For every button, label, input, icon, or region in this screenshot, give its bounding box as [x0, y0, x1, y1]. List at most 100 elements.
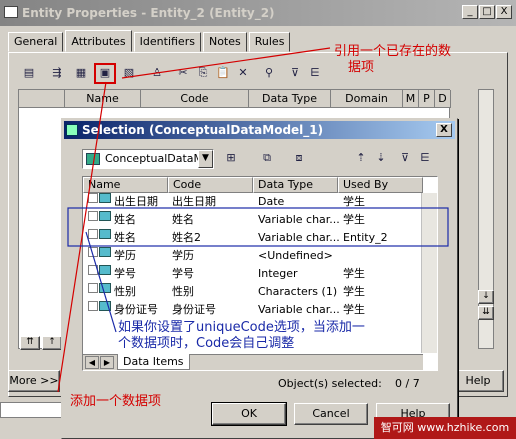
paste-icon[interactable]: 📋 [214, 65, 232, 82]
list-item[interactable]: 姓名 姓名 Variable char... 学生 [84, 211, 422, 229]
item-code: 学号 [172, 267, 194, 280]
column-header-domain[interactable]: Domain [331, 90, 403, 108]
item-used-by: 学生 [343, 195, 365, 208]
item-name: 性别 [114, 285, 136, 298]
column-header-d[interactable]: D [435, 90, 451, 108]
item-used-by: 学生 [343, 213, 365, 226]
tree-view-icon[interactable]: ⊞ [222, 150, 240, 167]
move-up-icon[interactable]: ↑ [42, 336, 62, 350]
data-item-icon [99, 283, 111, 293]
tab-notes[interactable]: Notes [202, 32, 247, 52]
tab-data-items[interactable]: Data Items [117, 354, 190, 370]
dialog-title: Selection (ConceptualDataModel_1) [82, 123, 324, 137]
row-checkbox[interactable] [88, 283, 98, 293]
list-item[interactable]: 学号 学号 Integer 学生 [84, 265, 422, 283]
filter-icon[interactable]: ⊽ [396, 150, 414, 167]
main-help-button[interactable]: Help [452, 370, 504, 392]
row-checkbox[interactable] [88, 247, 98, 257]
tab-rules[interactable]: Rules [248, 32, 291, 52]
entity-icon [4, 6, 18, 18]
column-header-name[interactable]: Name [65, 90, 141, 108]
tab-attributes[interactable]: Attributes [65, 30, 132, 52]
item-code: 出生日期 [172, 195, 216, 208]
maximize-button[interactable]: □ [479, 5, 495, 19]
ok-button[interactable]: OK [211, 402, 287, 426]
data-item-icon [99, 247, 111, 257]
item-name: 学号 [114, 267, 136, 280]
sort-asc-icon[interactable]: ⇡ [352, 150, 370, 167]
move-bottom-icon[interactable]: ⇊ [478, 306, 494, 320]
grid-corner [19, 90, 65, 108]
item-used-by: 学生 [343, 285, 365, 298]
close-button[interactable]: X [496, 5, 512, 19]
column-header-p[interactable]: P [419, 90, 435, 108]
watermark: 智可网 www.hzhike.com [374, 417, 516, 439]
move-top-icon[interactable]: ⇈ [20, 336, 40, 350]
rule-icon[interactable]: ♙ [148, 65, 166, 82]
list-item[interactable]: 姓名 姓名2 Variable char... Entity_2 [84, 229, 422, 247]
list-header-code[interactable]: Code [168, 177, 253, 193]
add-attributes-icon[interactable]: ▦ [72, 65, 90, 82]
item-code: 学历 [172, 249, 194, 262]
attributes-toolbar: ▤ ⇶ ▦ ▣ ▧ ♙ ✂ ⎘ 📋 ✕ ⚲ ⊽ ⋿ [20, 62, 326, 84]
copy-icon[interactable]: ⎘ [194, 65, 212, 82]
item-used-by: 学生 [343, 267, 365, 280]
add-data-item-icon[interactable]: ▧ [120, 65, 138, 82]
column-header-m[interactable]: M [403, 90, 419, 108]
tab-identifiers[interactable]: Identifiers [133, 32, 201, 52]
reuse-attributes-icon[interactable]: ▣ [94, 62, 116, 84]
row-checkbox[interactable] [88, 211, 98, 221]
data-item-icon [99, 229, 111, 239]
row-checkbox[interactable] [88, 193, 98, 203]
list-header-name[interactable]: Name [83, 177, 168, 193]
data-item-icon [99, 193, 111, 203]
delete-icon[interactable]: ✕ [234, 65, 252, 82]
row-checkbox[interactable] [88, 301, 98, 311]
item-name: 出生日期 [114, 195, 158, 208]
list-header-data-type[interactable]: Data Type [253, 177, 338, 193]
row-checkbox[interactable] [88, 229, 98, 239]
selection-icon [66, 124, 78, 136]
uniquecode-note-line2: 个数据项时，Code会自己调整 [118, 336, 295, 351]
tab-general[interactable]: General [8, 32, 64, 52]
item-name: 学历 [114, 249, 136, 262]
chevron-down-icon[interactable]: ▼ [198, 150, 213, 168]
item-data-type: Integer [258, 267, 298, 280]
list-item[interactable]: 性别 性别 Characters (1) 学生 [84, 283, 422, 301]
status-field [0, 402, 62, 418]
clear-filter-icon[interactable]: ⋿ [416, 150, 434, 167]
item-data-type: <Undefined> [258, 249, 333, 262]
cut-icon[interactable]: ✂ [174, 65, 192, 82]
column-header-code[interactable]: Code [141, 90, 249, 108]
scroll-left-icon[interactable]: ◀ [85, 356, 99, 369]
minimize-button[interactable]: _ [462, 5, 478, 19]
model-combo[interactable]: ConceptualDataMo ▼ [82, 149, 214, 169]
deselect-all-icon[interactable]: ⧈ [290, 150, 308, 167]
list-item[interactable]: 学历 学历 <Undefined> [84, 247, 422, 265]
move-down-icon[interactable]: ↓ [478, 290, 494, 304]
scroll-right-icon[interactable]: ▶ [100, 356, 114, 369]
item-data-type: Variable char... [258, 231, 340, 244]
data-item-icon [99, 301, 111, 311]
item-name: 姓名 [114, 213, 136, 226]
more-button[interactable]: More >> [8, 370, 60, 392]
properties-icon[interactable]: ▤ [20, 65, 38, 82]
list-tab-bar: ◀ ▶ Data Items [83, 354, 423, 370]
list-header-used-by[interactable]: Used By [338, 177, 423, 193]
list-vertical-scrollbar[interactable] [421, 193, 437, 353]
cancel-button[interactable]: Cancel [294, 403, 368, 425]
item-data-type: Date [258, 195, 285, 208]
customize-columns-icon[interactable]: ⋿ [306, 65, 324, 82]
column-header-data-type[interactable]: Data Type [249, 90, 331, 108]
row-checkbox[interactable] [88, 265, 98, 275]
filter-icon[interactable]: ⊽ [286, 65, 304, 82]
find-icon[interactable]: ⚲ [260, 65, 278, 82]
list-item[interactable]: 出生日期 出生日期 Date 学生 [84, 193, 422, 211]
insert-row-icon[interactable]: ⇶ [48, 65, 66, 82]
select-all-icon[interactable]: ⧉ [258, 150, 276, 167]
add-data-item-note: 添加一个数据项 [70, 394, 162, 409]
sort-desc-icon[interactable]: ⇣ [372, 150, 390, 167]
dialog-close-button[interactable]: X [436, 123, 452, 137]
property-tabs: General Attributes Identifiers Notes Rul… [8, 30, 292, 52]
dialog-titlebar: Selection (ConceptualDataModel_1) X [64, 121, 455, 139]
